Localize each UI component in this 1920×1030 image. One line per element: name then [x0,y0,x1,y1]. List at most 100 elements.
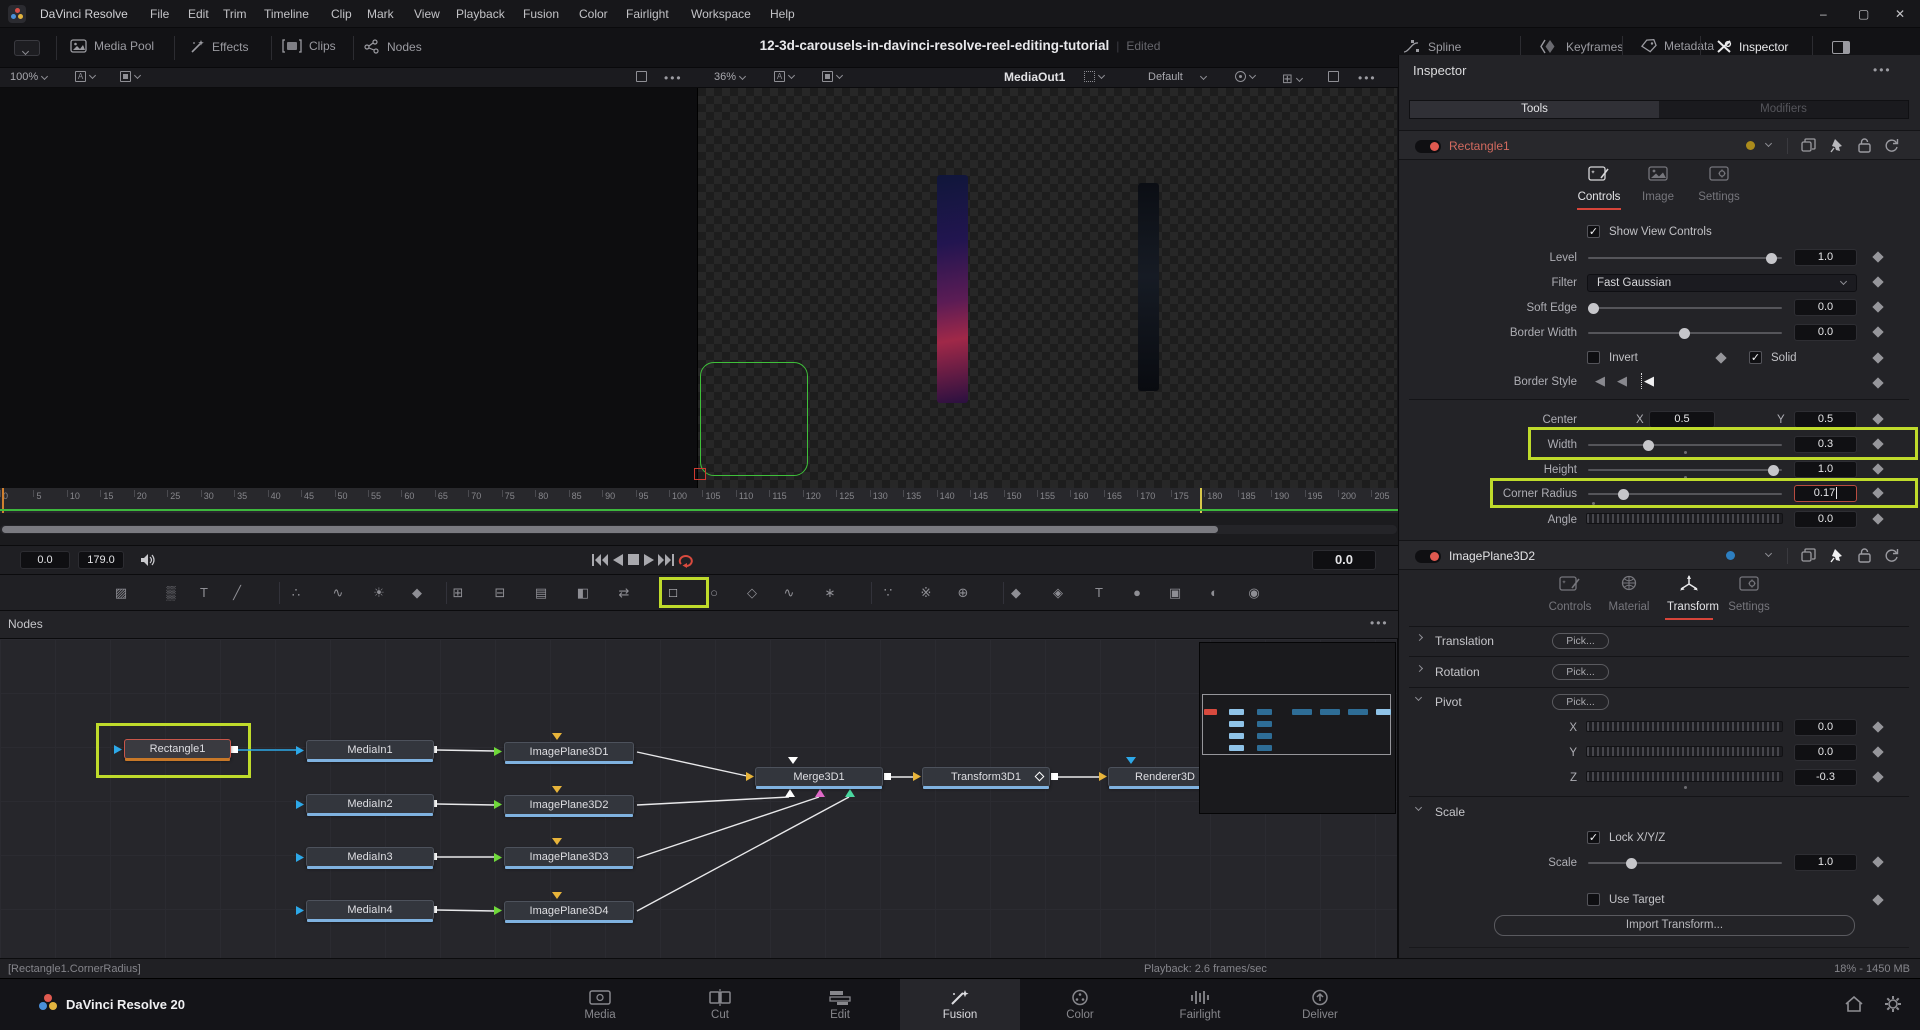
reset-icon[interactable] [1884,548,1899,563]
pmerge-tool-icon[interactable]: ※ [915,583,937,603]
text-plus-tool-icon[interactable]: T [193,583,215,603]
node-mediain2[interactable]: MediaIn2 [306,794,434,814]
left-viewer-menu-button[interactable]: ••• [664,71,683,85]
node-imageplane3d2[interactable]: ImagePlane3D2 [504,795,634,815]
page-tab-color[interactable]: Color [1020,979,1140,1030]
height-slider[interactable] [1588,469,1782,471]
polygon-tool-icon[interactable]: ◇ [741,583,763,603]
imageplane3d2-enable-toggle[interactable] [1415,550,1441,563]
center-x-field[interactable]: 0.5 [1649,411,1715,428]
window-close-button[interactable]: ✕ [1895,7,1905,21]
corner-radius-field[interactable]: 0.17 [1794,485,1857,502]
menu-trim[interactable]: Trim [223,7,247,21]
roi-button[interactable] [1084,71,1104,82]
left-viewer-expand-button[interactable] [636,71,647,82]
invert-keyframe-diamond[interactable] [1715,352,1726,363]
brightness-contrast-tool-icon[interactable]: ☀ [368,583,390,603]
pivot-z-thumbwheel[interactable] [1586,771,1783,782]
pivot-y-keyframe-diamond[interactable] [1872,746,1883,757]
angle-thumbwheel[interactable] [1586,513,1783,524]
level-field[interactable]: 1.0 [1794,249,1857,266]
gear-icon[interactable] [1884,995,1902,1013]
rotation-pick-button[interactable]: Pick... [1552,664,1609,680]
filter-keyframe-diamond[interactable] [1872,276,1883,287]
lights-button[interactable] [1235,71,1255,82]
colorcurves-tool-icon[interactable]: ∿ [327,583,349,603]
effects-button[interactable]: Effects [190,39,248,54]
range-out-field[interactable]: 179.0 [78,551,124,569]
left-viewer-channel-button[interactable]: A [75,71,95,82]
scale-field[interactable]: 1.0 [1794,854,1857,871]
node-imageplane3d3[interactable]: ImagePlane3D3 [504,847,634,867]
width-slider[interactable] [1588,444,1782,446]
window-minimize-button[interactable]: – [1820,7,1827,21]
translation-pick-button[interactable]: Pick... [1552,633,1609,649]
filter-select[interactable]: Fast Gaussian [1587,274,1857,292]
menu-file[interactable]: File [150,7,169,21]
fastnoise-tool-icon[interactable]: ▒ [160,583,182,603]
tab-tools[interactable]: Tools [1410,101,1659,118]
nodes-panel-menu-button[interactable]: ••• [1370,616,1389,630]
text3d-tool-icon[interactable]: T [1088,583,1110,603]
solid-keyframe-diamond[interactable] [1872,352,1883,363]
pin-icon[interactable] [1830,138,1844,153]
menu-edit[interactable]: Edit [188,7,209,21]
rectangle-mask-overlay[interactable] [700,362,808,476]
page-tab-edit[interactable]: Edit [780,979,900,1030]
spotlight-tool-icon[interactable]: ◐ [1203,583,1225,603]
angle-keyframe-diamond[interactable] [1872,513,1883,524]
border-width-field[interactable]: 0.0 [1794,324,1857,341]
magicmask-tool-icon[interactable]: ∗ [819,583,841,603]
grid-button[interactable]: ⊞ [1282,71,1302,87]
menu-help[interactable]: Help [770,7,795,21]
paint-tool-icon[interactable]: ╱ [226,583,248,603]
media-pool-button[interactable]: Media Pool [70,39,154,53]
play-button[interactable] [644,554,654,566]
lut-select[interactable]: Default [1148,71,1206,83]
color-label-chevron-icon[interactable] [1765,550,1772,557]
menu-mark[interactable]: Mark [367,7,394,21]
soft-edge-field[interactable]: 0.0 [1794,299,1857,316]
level-keyframe-diamond[interactable] [1872,251,1883,262]
border-width-keyframe-diamond[interactable] [1872,326,1883,337]
imageplane3d-tool-icon[interactable]: ◆ [1005,583,1027,603]
right-viewer-expand-button[interactable] [1328,71,1339,82]
window-maximize-button[interactable]: ▢ [1858,7,1869,21]
node-imageplane3d4[interactable]: ImagePlane3D4 [504,901,634,921]
app-logo-icon[interactable] [8,5,26,23]
height-field[interactable]: 1.0 [1794,461,1857,478]
pivot-y-field[interactable]: 0.0 [1794,744,1857,761]
shape3d-tool-icon[interactable]: ◈ [1047,583,1069,603]
colorcorrector-tool-icon[interactable]: ∴ [285,583,307,603]
blur-tool-icon[interactable]: ◆ [406,583,428,603]
transform-tool-icon[interactable]: ⊞ [447,583,469,603]
page-tab-fairlight[interactable]: Fairlight [1140,979,1260,1030]
nodes-button[interactable]: Nodes [364,39,422,54]
angle-field[interactable]: 0.0 [1794,511,1857,528]
right-viewer[interactable] [698,88,1397,488]
go-to-start-button[interactable] [592,554,608,566]
menu-timeline[interactable]: Timeline [264,7,309,21]
scale-keyframe-diamond[interactable] [1872,856,1883,867]
range-in-field[interactable]: 0.0 [20,551,70,569]
play-reverse-button[interactable] [613,554,623,566]
menu-color[interactable]: Color [579,7,608,21]
ellipse-tool-icon[interactable]: ○ [703,583,725,603]
node-mediain4[interactable]: MediaIn4 [306,900,434,920]
corner-radius-slider[interactable] [1588,493,1782,495]
use-target-checkbox[interactable] [1587,893,1600,906]
rectangle-mask-handle[interactable] [694,468,706,480]
panel-layout-icon[interactable] [1832,41,1850,54]
left-viewer[interactable] [0,88,698,488]
solid-checkbox[interactable]: ✓ [1749,351,1762,364]
invert-checkbox[interactable] [1587,351,1600,364]
metadata-button[interactable]: Metadata [1640,39,1714,53]
soft-edge-slider[interactable] [1588,307,1782,309]
tab-rect-image[interactable]: Image [1636,165,1680,203]
scale-slider[interactable] [1588,862,1782,864]
use-target-keyframe-diamond[interactable] [1872,894,1883,905]
inspector-menu-button[interactable]: ••• [1873,63,1892,77]
background-tool-icon[interactable]: ▨ [110,583,132,603]
import-transform-button[interactable]: Import Transform... [1494,915,1855,936]
menu-clip[interactable]: Clip [331,7,352,21]
